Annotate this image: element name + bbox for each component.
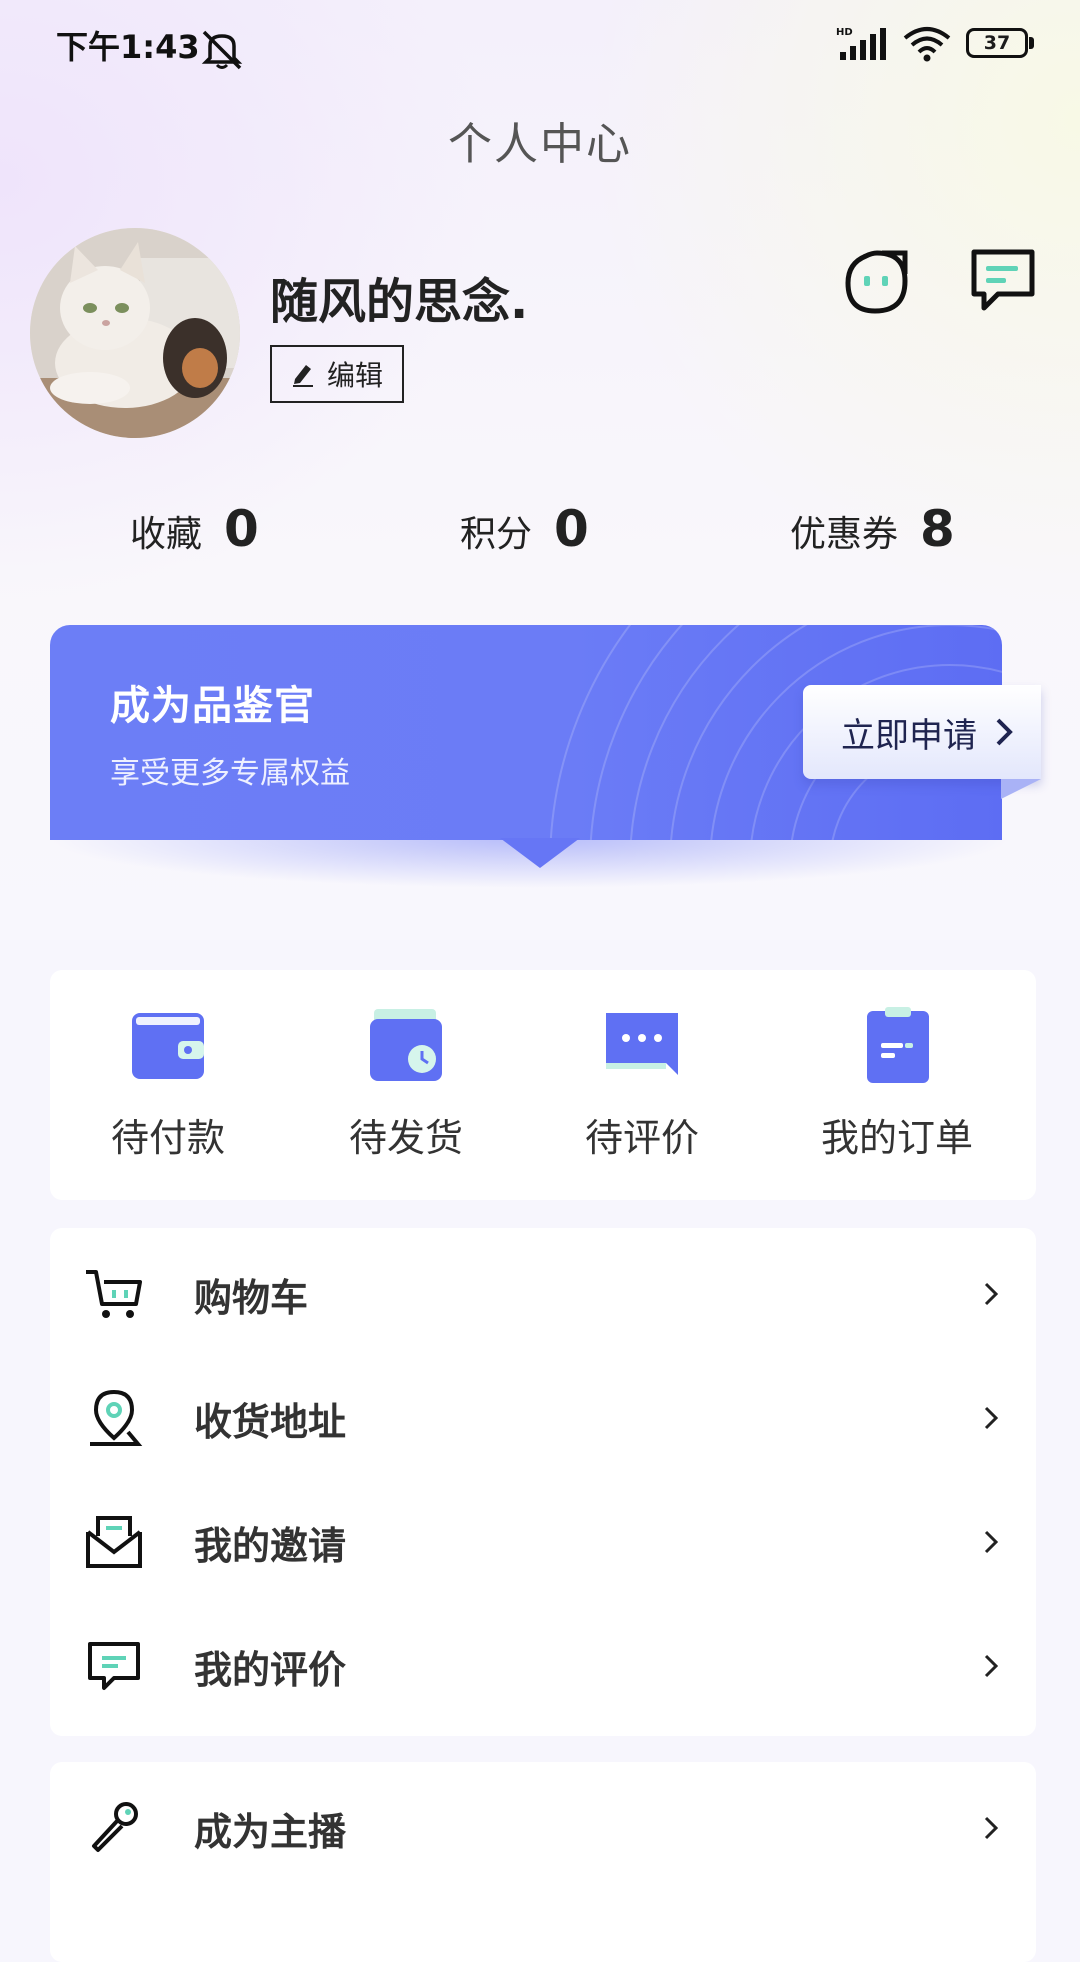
menu-item-invitation[interactable]: 我的邀请: [50, 1480, 1036, 1604]
wallet-icon: [132, 1013, 204, 1079]
stat-label: 优惠券: [790, 514, 899, 555]
microphone-icon: [92, 1802, 138, 1852]
page-title: 个人中心: [448, 119, 632, 170]
battery-level: 37: [966, 28, 1028, 58]
envelope-icon: [86, 1516, 142, 1568]
svg-text:HD: HD: [836, 27, 853, 38]
my-orders[interactable]: 我的订单: [797, 1005, 997, 1162]
wifi-icon: [903, 27, 951, 62]
stat-favorites[interactable]: 收藏 0: [130, 500, 259, 558]
battery-icon: 37: [966, 28, 1036, 60]
order-label: 待发货: [348, 1116, 463, 1160]
order-pending-payment[interactable]: 待付款: [68, 1005, 268, 1162]
comment-bubble-icon: [606, 1013, 678, 1075]
chevron-right-icon: [984, 1654, 998, 1678]
stat-points[interactable]: 积分 0: [460, 500, 589, 558]
chevron-right-icon: [996, 718, 1013, 746]
apply-now-button[interactable]: 立即申请: [803, 685, 1041, 779]
edit-label: 编辑: [326, 359, 383, 392]
status-time: 下午1:43: [56, 28, 200, 66]
menu-item-my-reviews[interactable]: 我的评价: [50, 1604, 1036, 1728]
menu-label: 我的评价: [194, 1647, 347, 1692]
apply-button-fold: [1001, 779, 1041, 799]
chevron-right-icon: [984, 1530, 998, 1554]
stat-value: 0: [554, 500, 589, 558]
clipboard-icon: [867, 1007, 929, 1083]
location-pin-icon: [90, 1389, 143, 1446]
order-pending-review[interactable]: 待评价: [542, 1005, 742, 1162]
avatar[interactable]: [30, 228, 240, 438]
status-icons: HD 37: [836, 26, 1036, 62]
pencil-icon: [292, 365, 313, 387]
customer-service-icon[interactable]: [842, 248, 912, 318]
stat-label: 积分: [460, 514, 533, 555]
wallet-clock-icon: [370, 1009, 442, 1081]
avatar-image: [30, 228, 240, 438]
signal-icon: HD: [836, 27, 886, 60]
banner-subtitle: 享受更多专属权益: [110, 756, 350, 791]
menu-label: 购物车: [194, 1275, 309, 1320]
order-label: 我的订单: [820, 1116, 973, 1160]
menu-label: 成为主播: [194, 1809, 347, 1854]
message-icon[interactable]: [968, 246, 1038, 316]
edit-profile-button[interactable]: 编辑: [270, 345, 404, 403]
banner-pointer: [500, 838, 580, 868]
username: 随风的思念.: [270, 274, 529, 330]
review-icon: [88, 1642, 140, 1690]
cart-icon: [86, 1270, 142, 1318]
order-label: 待付款: [110, 1116, 225, 1160]
menu-label: 我的邀请: [194, 1523, 347, 1568]
banner-title: 成为品鉴官: [110, 683, 315, 729]
order-label: 待评价: [584, 1116, 699, 1160]
chevron-right-icon: [984, 1816, 998, 1840]
order-pending-shipment[interactable]: 待发货: [306, 1005, 506, 1162]
stat-value: 8: [920, 500, 955, 558]
chevron-right-icon: [984, 1406, 998, 1430]
stat-coupons[interactable]: 优惠券 8: [790, 500, 955, 558]
apply-label: 立即申请: [841, 715, 977, 756]
menu-label: 收货地址: [194, 1399, 347, 1444]
mute-bell-icon: [201, 30, 243, 70]
menu-item-cart[interactable]: 购物车: [50, 1232, 1036, 1356]
stat-value: 0: [224, 500, 259, 558]
menu-item-become-streamer[interactable]: 成为主播: [50, 1766, 1036, 1890]
chevron-right-icon: [984, 1282, 998, 1306]
stat-label: 收藏: [130, 514, 203, 555]
menu-item-address[interactable]: 收货地址: [50, 1356, 1036, 1480]
